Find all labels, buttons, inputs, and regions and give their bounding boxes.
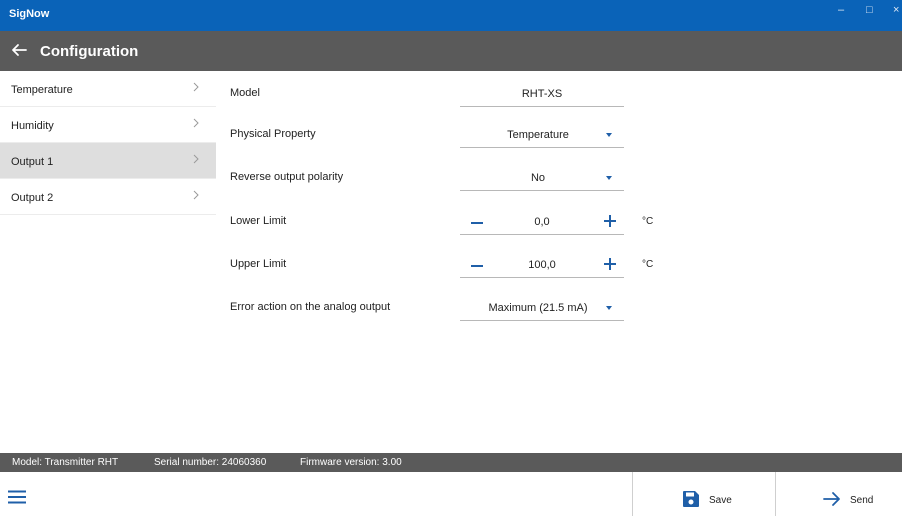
status-firmware: Firmware version: 3.00 — [300, 457, 402, 468]
lower-limit-value: 0,0 — [534, 216, 550, 228]
error-action-value: Maximum (21.5 mA) — [488, 302, 588, 314]
physical-property-dropdown[interactable]: Temperature — [460, 121, 624, 148]
upper-limit-value: 100,0 — [528, 259, 556, 271]
reverse-polarity-value: No — [530, 172, 546, 184]
physical-property-row: Physical Property Temperature — [230, 121, 650, 149]
upper-limit-stepper[interactable]: 100,0 — [460, 251, 624, 278]
sidebar-item-label: Humidity — [11, 120, 54, 132]
model-row: Model RHT-XS — [230, 80, 650, 108]
bottom-bar: Save Send — [0, 472, 902, 516]
sidebar-item-humidity[interactable]: Humidity — [0, 107, 216, 143]
physical-property-value: Temperature — [507, 129, 569, 141]
lower-limit-unit: °C — [642, 216, 654, 227]
chevron-right-icon — [193, 82, 199, 92]
sidebar: Temperature Humidity Output 1 Output 2 — [0, 71, 216, 215]
status-model: Model: Transmitter RHT — [12, 457, 119, 468]
close-button[interactable]: × — [893, 4, 899, 16]
hamburger-menu-icon[interactable] — [8, 490, 26, 504]
status-bar: Model: Transmitter RHT Serial number: 24… — [0, 453, 902, 472]
caret-down-icon — [606, 133, 612, 137]
reverse-polarity-row: Reverse output polarity No — [230, 164, 650, 192]
send-button[interactable]: Send — [776, 472, 902, 516]
reverse-polarity-label: Reverse output polarity — [230, 171, 344, 183]
lower-limit-label: Lower Limit — [230, 215, 287, 227]
error-action-dropdown[interactable]: Maximum (21.5 mA) — [460, 294, 624, 321]
lower-limit-row: Lower Limit 0,0 °C — [230, 208, 654, 236]
app-name: SigNow — [9, 8, 50, 20]
lower-limit-stepper[interactable]: 0,0 — [460, 208, 624, 235]
chevron-right-icon — [193, 190, 199, 200]
upper-limit-unit: °C — [642, 259, 654, 270]
window-titlebar: SigNow – □ × — [0, 0, 902, 31]
minus-icon[interactable] — [470, 216, 484, 230]
sidebar-item-output-1[interactable]: Output 1 — [0, 143, 216, 179]
minus-icon[interactable] — [470, 259, 484, 273]
model-value: RHT-XS — [521, 88, 563, 100]
upper-limit-row: Upper Limit 100,0 °C — [230, 251, 654, 279]
page-title: Configuration — [40, 43, 139, 60]
maximize-button[interactable]: □ — [866, 4, 873, 16]
sidebar-item-label: Temperature — [11, 84, 73, 96]
chevron-right-icon — [193, 154, 199, 164]
caret-down-icon — [606, 176, 612, 180]
status-serial: Serial number: 24060360 — [154, 457, 267, 468]
error-action-row: Error action on the analog output Maximu… — [230, 294, 650, 322]
sidebar-item-output-2[interactable]: Output 2 — [0, 179, 216, 215]
sidebar-item-temperature[interactable]: Temperature — [0, 71, 216, 107]
reverse-polarity-dropdown[interactable]: No — [460, 164, 624, 191]
plus-icon[interactable] — [603, 257, 617, 271]
caret-down-icon — [606, 306, 612, 310]
sidebar-item-label: Output 1 — [11, 156, 54, 168]
sidebar-item-label: Output 2 — [11, 192, 54, 204]
arrow-right-icon — [823, 492, 840, 506]
page-header: Configuration — [0, 31, 902, 71]
upper-limit-label: Upper Limit — [230, 258, 287, 270]
arrow-left-icon[interactable] — [10, 41, 28, 59]
error-action-label: Error action on the analog output — [230, 301, 391, 313]
floppy-disk-icon — [683, 491, 699, 507]
plus-icon[interactable] — [603, 214, 617, 228]
model-field: RHT-XS — [460, 80, 624, 107]
send-label: Send — [850, 495, 874, 506]
save-label: Save — [709, 495, 732, 506]
model-label: Model — [230, 87, 260, 99]
chevron-right-icon — [193, 118, 199, 128]
minimize-button[interactable]: – — [838, 4, 844, 16]
save-button[interactable]: Save — [633, 472, 775, 516]
physical-property-label: Physical Property — [230, 128, 316, 140]
